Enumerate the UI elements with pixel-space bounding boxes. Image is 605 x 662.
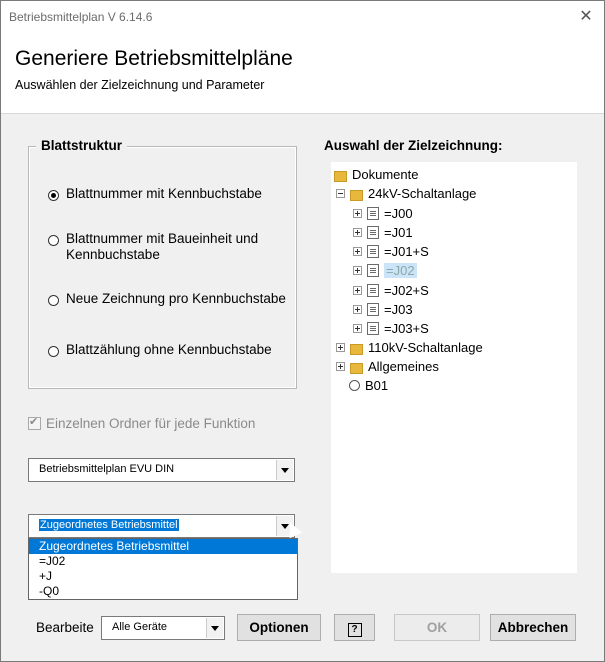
checkbox-label: Einzelnen Ordner für jede Funktion <box>46 416 256 431</box>
tree-node-j02s[interactable]: =J02+S <box>353 283 429 298</box>
expand-icon[interactable] <box>353 266 362 275</box>
tree-node-allgemeines[interactable]: Allgemeines <box>336 359 439 374</box>
radio-blattzaehlung[interactable]: Blattzählung ohne Kennbuchstabe <box>48 342 272 358</box>
drawing-icon <box>367 245 379 258</box>
bearbeite-select-value: Alle Geräte <box>112 621 168 633</box>
expand-icon[interactable] <box>353 247 362 256</box>
folder-icon <box>350 343 363 355</box>
tree-node-110kv[interactable]: 110kV-Schaltanlage <box>336 340 483 355</box>
dropdown-option[interactable]: =J02 <box>29 554 297 569</box>
folder-icon <box>350 189 363 201</box>
cable-icon <box>349 380 360 391</box>
checkbox-checked-icon <box>28 415 41 430</box>
page-title: Generiere Betriebsmittelpläne <box>15 47 293 70</box>
chevron-down-icon[interactable] <box>206 618 223 638</box>
expand-icon[interactable] <box>353 324 362 333</box>
bearbeite-label: Bearbeite <box>36 620 94 635</box>
radio-icon <box>48 346 59 357</box>
tree-node-j02[interactable]: =J02 <box>353 263 417 278</box>
betriebsmittel-select[interactable]: Zugeordnetes Betriebsmittel <box>28 514 295 538</box>
blattstruktur-title: Blattstruktur <box>36 138 128 153</box>
radio-label: Neue Zeichnung pro Kennbuchstabe <box>66 291 286 306</box>
expand-icon[interactable] <box>353 286 362 295</box>
drawing-icon <box>367 303 379 316</box>
tree-node-24kv[interactable]: 24kV-Schaltanlage <box>336 186 476 201</box>
radio-blattnummer-baueinheit[interactable]: Blattnummer mit Baueinheit und Kennbuchs… <box>48 231 276 263</box>
betriebsmittel-select-value: Zugeordnetes Betriebsmittel <box>39 519 179 531</box>
folder-icon <box>350 362 363 374</box>
drawing-icon <box>367 264 379 277</box>
header-panel: Generiere Betriebsmittelpläne Auswählen … <box>1 33 604 114</box>
title-bar: Betriebsmittelplan V 6.14.6 ✕ <box>1 1 604 33</box>
radio-label: Blattnummer mit Kennbuchstabe <box>66 186 262 201</box>
help-icon: ? <box>347 623 362 637</box>
close-icon[interactable]: ✕ <box>576 7 596 27</box>
optionen-button[interactable]: Optionen <box>237 614 321 641</box>
radio-blattnummer-kennbuchstabe[interactable]: Blattnummer mit Kennbuchstabe <box>48 186 262 202</box>
radio-icon <box>48 295 59 306</box>
chevron-down-icon[interactable] <box>276 460 293 480</box>
radio-icon <box>48 235 59 246</box>
abbrechen-button[interactable]: Abbrechen <box>490 614 576 641</box>
drawing-icon <box>367 207 379 220</box>
dropdown-option[interactable]: -Q0 <box>29 584 297 599</box>
tree-node-j03[interactable]: =J03 <box>353 302 413 317</box>
documents-folder-icon <box>334 170 347 182</box>
tree-node-j01[interactable]: =J01 <box>353 225 413 240</box>
radio-selected-icon <box>48 190 59 201</box>
collapse-icon[interactable] <box>336 189 345 198</box>
drawing-icon <box>367 226 379 239</box>
template-select-value: Betriebsmittelplan EVU DIN <box>39 463 175 475</box>
dropdown-option[interactable]: Zugeordnetes Betriebsmittel <box>29 539 297 554</box>
expand-icon[interactable] <box>353 228 362 237</box>
tree-node-b01[interactable]: B01 <box>349 378 388 393</box>
target-drawing-tree[interactable]: Dokumente 24kV-Schaltanlage =J00 =J01 =J… <box>331 162 577 573</box>
window-title: Betriebsmittelplan V 6.14.6 <box>9 10 153 24</box>
radio-label: Blattnummer mit Baueinheit und Kennbuchs… <box>66 231 259 262</box>
expand-icon[interactable] <box>353 305 362 314</box>
template-select[interactable]: Betriebsmittelplan EVU DIN <box>28 458 295 482</box>
bearbeite-select[interactable]: Alle Geräte <box>101 616 225 640</box>
help-button[interactable]: ? <box>334 614 375 641</box>
expand-icon[interactable] <box>336 362 345 371</box>
betriebsmittel-dropdown-list: Zugeordnetes Betriebsmittel =J02 +J -Q0 <box>28 538 298 600</box>
dropdown-option[interactable]: +J <box>29 569 297 584</box>
tree-node-j03s[interactable]: =J03+S <box>353 321 429 336</box>
expand-icon[interactable] <box>336 343 345 352</box>
checkbox-einzelner-ordner[interactable]: Einzelnen Ordner für jede Funktion <box>28 415 256 431</box>
tree-node-j00[interactable]: =J00 <box>353 206 413 221</box>
tree-title: Auswahl der Zielzeichnung: <box>324 138 503 153</box>
page-subtitle: Auswählen der Zielzeichnung und Paramete… <box>15 78 265 92</box>
drawing-icon <box>367 284 379 297</box>
drawing-icon <box>367 322 379 335</box>
radio-neue-zeichnung[interactable]: Neue Zeichnung pro Kennbuchstabe <box>48 291 286 307</box>
expand-icon[interactable] <box>353 209 362 218</box>
radio-label: Blattzählung ohne Kennbuchstabe <box>66 342 272 357</box>
tree-node-j01s[interactable]: =J01+S <box>353 244 429 259</box>
tree-node-dokumente[interactable]: Dokumente <box>334 167 418 182</box>
ok-button[interactable]: OK <box>394 614 480 641</box>
